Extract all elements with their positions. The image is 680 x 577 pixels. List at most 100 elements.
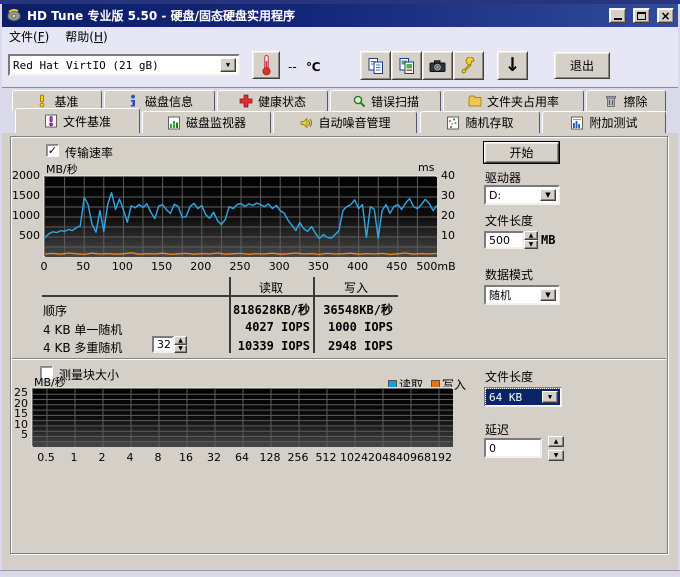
spin-up-button[interactable]: ▲ [174,336,187,345]
temperature-button[interactable] [252,51,280,79]
camera-icon [428,57,447,75]
target-drive-combobox[interactable]: D: ▼ [484,185,560,205]
drive-combobox-value: Red Hat VirtIO (21 gB) [13,59,159,72]
spin-down-button[interactable]: ▼ [524,240,538,249]
block-file-length-label: 文件长度 [485,368,533,385]
transfer-rate-label: 传输速率 [65,144,113,161]
chart1-left-axis-title: MB/秒 [46,161,78,177]
menu-file[interactable]: 文件(F) [9,28,49,45]
axis-tick-label: 500 [4,229,40,242]
transfer-rate-checkbox[interactable]: ✓ [46,144,59,157]
menubar: 文件(F) 帮助(H) [2,27,678,46]
tab-random-access[interactable]: 随机存取 [420,111,540,133]
file-benchmark-icon [44,114,58,128]
axis-tick-label: 500mB [412,260,460,273]
titlebar[interactable]: HD Tune 专业版 5.50 - 硬盘/固态硬盘实用程序 × [2,4,678,27]
delay-label: 延迟 [485,421,509,438]
results-col-write: 写入 [317,279,395,296]
row-sequential-label: 顺序 [43,302,67,319]
queue-depth-spinner[interactable]: ▲ ▼ [174,336,187,353]
axis-tick-label: 5 [2,428,28,441]
arrow-up-icon: ▲ [554,439,559,445]
tab-health[interactable]: 健康状态 [217,90,328,111]
chart1-right-axis-title: ms [418,161,434,174]
spin-up-button[interactable]: ▲ [524,231,538,240]
menu-help[interactable]: 帮助(H) [65,28,107,45]
folder-icon [468,94,482,108]
arrow-down-icon: ↓ [505,56,521,75]
tab-error-scan[interactable]: 错误扫描 [330,90,441,111]
row-4k-multi-write: 2948 IOPS [317,339,393,353]
data-mode-label: 数据模式 [485,266,533,283]
error-scan-icon [352,94,366,108]
disk-monitor-icon [167,116,181,130]
temperature-unit: ℃ [306,60,321,74]
target-drive-arrow[interactable]: ▼ [540,189,556,201]
file-length-field[interactable]: 500 [484,231,524,249]
random-access-icon [446,116,460,130]
minimize-icon [614,18,622,20]
file-length-spinner[interactable]: ▲ ▼ [524,231,538,249]
drive-combobox-arrow[interactable]: ▼ [220,58,236,72]
axis-tick-label: 20 [441,209,471,222]
row-sequential-write: 36548KB/秒 [317,301,393,318]
health-icon [239,94,253,108]
tab-erase[interactable]: 擦除 [586,90,666,111]
axis-tick-label: 1500 [4,189,40,202]
spin-down-button[interactable]: ▼ [174,345,187,353]
save-results-button[interactable]: ↓ [497,51,528,80]
window-bottom-border [0,570,680,577]
screenshot-button[interactable] [422,51,453,80]
row-4k-multi-label: 4 KB 多重随机 [43,339,122,356]
benchmark-icon [35,94,49,108]
tab-extra-tests[interactable]: 附加测试 [542,111,666,133]
tab-auto-acoustic[interactable]: 自动噪音管理 [273,111,417,133]
disk-info-icon [126,94,140,108]
axis-tick-label: 2000 [4,169,40,182]
chevron-down-icon: ▼ [226,62,230,69]
tab-folder-usage[interactable]: 文件夹占用率 [443,90,584,111]
maximize-icon [637,12,646,20]
block-file-length-arrow[interactable]: ▼ [542,391,558,403]
axis-tick-label: 40 [441,169,471,182]
file-length-unit: MB [541,233,555,247]
tab-disk-monitor[interactable]: 磁盘监视器 [142,111,271,133]
speaker-icon [299,116,313,130]
data-mode-arrow[interactable]: ▼ [540,289,556,301]
results-vrule-2 [313,277,315,353]
close-button[interactable]: × [657,8,674,23]
row-4k-single-label: 4 KB 单一随机 [43,321,122,338]
results-col-read: 读取 [231,279,311,296]
extra-tests-icon [570,116,584,130]
axis-tick-label: 8192 [421,451,455,464]
exit-button[interactable]: 退出 [554,52,610,79]
file-length-label: 文件长度 [485,212,533,229]
row-4k-single-read: 4027 IOPS [230,320,310,334]
arrow-down-icon: ▼ [178,346,183,352]
options-button[interactable] [453,51,484,80]
chevron-down-icon: ▼ [548,394,552,401]
data-mode-combobox[interactable]: 随机 ▼ [484,285,560,305]
thermometer-icon [259,54,274,76]
arrow-down-icon: ▼ [554,453,559,459]
block-file-length-combobox[interactable]: 64 KB ▼ [484,387,562,407]
row-4k-single-write: 1000 IOPS [317,320,393,334]
options-icon [459,57,478,75]
results-header-rule [42,295,398,297]
delay-spin-up-button[interactable]: ▲ [548,436,564,447]
copy-image-button[interactable] [391,51,422,80]
drive-combobox[interactable]: Red Hat VirtIO (21 gB) ▼ [8,54,240,76]
arrow-up-icon: ▲ [178,338,183,344]
copy-image-icon [398,57,416,75]
start-button[interactable]: 开始 [484,142,559,163]
row-sequential-read: 818628KB/秒 [230,301,310,318]
tab-file-benchmark-active[interactable]: 文件基准 [15,108,140,133]
drive-label: 驱动器 [485,169,521,186]
copy-text-button[interactable] [360,51,391,80]
maximize-button[interactable] [633,8,650,23]
queue-depth-field[interactable]: 32 [152,336,174,353]
minimize-button[interactable] [609,8,626,23]
delay-field[interactable]: 0 [484,438,542,458]
check-icon: ✓ [48,145,57,156]
delay-spin-down-button[interactable]: ▼ [548,450,564,461]
